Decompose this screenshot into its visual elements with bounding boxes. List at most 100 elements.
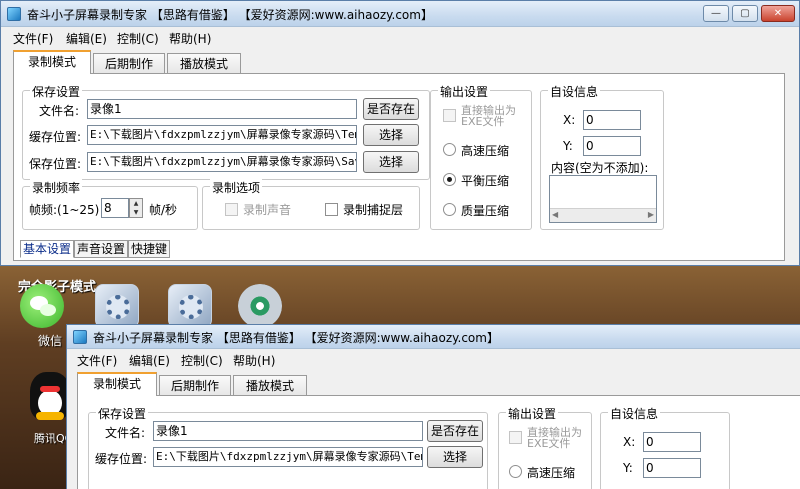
tab-record-mode[interactable]: 录制模式 [13,50,91,74]
cache-location-input[interactable]: E:\下载图片\fdxzpmlzzjym\屏幕录像专家源码\TempFi [87,125,357,145]
content-textarea[interactable]: ◀ ▶ [549,175,657,223]
choose-cache-button[interactable]: 选择 [363,124,419,146]
x-label: X: [563,113,576,127]
y-input[interactable]: 0 [583,136,641,156]
menu-file[interactable]: 文件(F) [13,30,53,47]
shadow-choose-cache-button[interactable]: 选择 [427,446,483,468]
frame-rate-spinner[interactable]: ▲ ▼ [129,198,143,218]
main-window: 奋斗小子屏幕录制专家 【思路有借鉴】 【爱好资源网:www.aihaozy.co… [0,0,800,266]
shadow-titlebar[interactable]: 奋斗小子屏幕录制专家 【思路有借鉴】 【爱好资源网:www.aihaozy.co… [67,325,800,349]
record-sound-label: 录制声音 [243,203,292,217]
subtab-hotkeys[interactable]: 快捷键 [128,240,170,258]
shadow-fast-compress-label: 高速压缩 [527,466,576,480]
choose-save-button[interactable]: 选择 [363,151,419,173]
menu-control[interactable]: 控制(C) [117,30,159,47]
shadow-x-input[interactable]: 0 [643,432,701,452]
subtab-sound-settings[interactable]: 声音设置 [74,240,128,258]
save-settings-group: 保存设置 文件名: 录像1 是否存在 缓存位置: E:\下载图片\fdxzpml… [22,83,430,180]
shadow-tab-post-production[interactable]: 后期制作 [159,375,231,396]
shadow-menu-file[interactable]: 文件(F) [77,352,117,369]
shadow-direct-exe-checkbox[interactable] [509,431,522,444]
shadow-save-settings-title: 保存设置 [96,405,149,422]
app-icon [7,7,21,21]
frame-rate-title: 录制频率 [30,179,83,196]
fast-compress-label: 高速压缩 [461,144,510,158]
shadow-app-icon [73,330,87,344]
filename-label: 文件名: [39,104,80,118]
frame-rate-input[interactable]: 8 [101,198,129,218]
shadow-menubar: 文件(F) 编辑(E) 控制(C) 帮助(H) [67,349,800,369]
check-exists-button[interactable]: 是否存在 [363,98,419,120]
shadow-output-settings-group: 输出设置 直接输出为EXE文件 高速压缩 [498,405,592,489]
direct-exe-checkbox[interactable] [443,109,456,122]
shadow-filename-label: 文件名: [105,426,146,440]
direct-exe-label: 直接输出为EXE文件 [461,104,516,128]
frame-rate-group: 录制频率 帧频:(1~25) 8 ▲ ▼ 帧/秒 [22,179,198,230]
menu-edit[interactable]: 编辑(E) [66,30,107,47]
save-settings-title: 保存设置 [30,83,83,100]
filename-input[interactable]: 录像1 [87,99,357,119]
balanced-compress-label: 平衡压缩 [461,174,510,188]
tab-playback-mode[interactable]: 播放模式 [167,53,241,74]
main-titlebar[interactable]: 奋斗小子屏幕录制专家 【思路有借鉴】 【爱好资源网:www.aihaozy.co… [1,1,799,27]
shadow-window-title: 奋斗小子屏幕录制专家 【思路有借鉴】 【爱好资源网:www.aihaozy.co… [93,331,499,345]
shadow-menu-help[interactable]: 帮助(H) [233,352,275,369]
save-location-label: 保存位置: [29,157,82,171]
shadow-custom-info-group: 自设信息 X: 0 Y: 0 [600,405,730,489]
menu-help[interactable]: 帮助(H) [169,30,211,47]
shadow-tab-playback-mode[interactable]: 播放模式 [233,375,307,396]
radio-balanced-compress[interactable] [443,173,456,186]
quality-compress-label: 质量压缩 [461,204,510,218]
shadow-cache-location-label: 缓存位置: [95,452,148,466]
shadow-save-settings-group: 保存设置 文件名: 录像1 是否存在 缓存位置: E:\下载图片\fdxzpml… [88,405,488,489]
qq-penguin-icon[interactable] [30,372,70,420]
content-label: 内容(空为不添加): [551,161,649,175]
shadow-check-exists-button[interactable]: 是否存在 [427,420,483,442]
shadow-y-input[interactable]: 0 [643,458,701,478]
record-cursor-label: 录制捕捉层 [343,203,404,217]
wechat-icon[interactable] [20,284,64,328]
output-settings-title: 输出设置 [438,83,491,100]
radio-quality-compress[interactable] [443,203,456,216]
menubar: 文件(F) 编辑(E) 控制(C) 帮助(H) [1,27,799,47]
x-input[interactable]: 0 [583,110,641,130]
minimize-button[interactable]: — [703,5,729,22]
shadow-direct-exe-label: 直接输出为EXE文件 [527,426,582,450]
wechat-label: 微信 [38,334,63,348]
settings-gear-icon-2[interactable] [168,284,212,328]
tab-post-production[interactable]: 后期制作 [93,53,165,74]
custom-info-group: 自设信息 X: 0 Y: 0 内容(空为不添加): ◀ ▶ [540,83,664,230]
y-label: Y: [563,139,573,153]
shadow-x-label: X: [623,435,636,449]
shadow-y-label: Y: [623,461,633,475]
radio-fast-compress[interactable] [443,143,456,156]
subtab-basic-settings[interactable]: 基本设置 [20,240,74,258]
close-button[interactable]: ✕ [761,5,795,22]
save-location-input[interactable]: E:\下载图片\fdxzpmlzzjym\屏幕录像专家源码\SaveFi [87,152,357,172]
content-hscrollbar[interactable]: ◀ ▶ [550,208,656,222]
shadow-radio-fast-compress[interactable] [509,465,522,478]
record-options-group: 录制选项 录制声音 录制捕捉层 [202,179,420,230]
record-options-title: 录制选项 [210,179,263,196]
shadow-menu-control[interactable]: 控制(C) [181,352,223,369]
record-cursor-checkbox[interactable] [325,203,338,216]
shadow-filename-input[interactable]: 录像1 [153,421,423,441]
settings-gear-icon[interactable] [95,284,139,328]
shadow-menu-edit[interactable]: 编辑(E) [129,352,170,369]
shadow-output-settings-title: 输出设置 [506,405,559,422]
output-settings-group: 输出设置 直接输出为EXE文件 高速压缩 平衡压缩 质量压缩 [430,83,532,230]
shadow-cache-location-input[interactable]: E:\下载图片\fdxzpmlzzjym\屏幕录像专家源码\TempFi [153,447,423,467]
window-title: 奋斗小子屏幕录制专家 【思路有借鉴】 【爱好资源网:www.aihaozy.co… [27,8,433,22]
shadow-window: 奋斗小子屏幕录制专家 【思路有借鉴】 【爱好资源网:www.aihaozy.co… [66,324,800,489]
custom-info-title: 自设信息 [548,83,601,100]
maximize-button[interactable]: ▢ [732,5,758,22]
frame-rate-label: 帧频:(1~25) [29,203,100,217]
record-sound-checkbox[interactable] [225,203,238,216]
shadow-record-mode-panel: 保存设置 文件名: 录像1 是否存在 缓存位置: E:\下载图片\fdxzpml… [77,395,800,489]
record-mode-panel: 保存设置 文件名: 录像1 是否存在 缓存位置: E:\下载图片\fdxzpml… [13,73,785,261]
cache-location-label: 缓存位置: [29,130,82,144]
shadow-tab-record-mode[interactable]: 录制模式 [77,372,157,396]
shadow-custom-info-title: 自设信息 [608,405,661,422]
media-disc-icon[interactable] [238,284,282,328]
frame-rate-unit: 帧/秒 [149,203,178,217]
